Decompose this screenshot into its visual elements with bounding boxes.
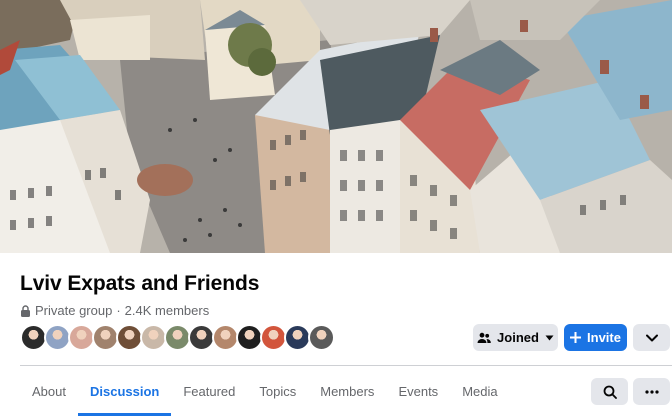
cover-photo-image bbox=[0, 0, 672, 253]
tab-discussion[interactable]: Discussion bbox=[77, 366, 172, 416]
search-button[interactable] bbox=[591, 378, 628, 405]
invite-button[interactable]: Invite bbox=[564, 324, 627, 351]
member-avatar[interactable] bbox=[284, 324, 311, 351]
cover-photo bbox=[0, 0, 672, 253]
member-avatar[interactable] bbox=[188, 324, 215, 351]
member-avatars bbox=[20, 324, 335, 351]
tab-label: Featured bbox=[183, 383, 236, 399]
tab-label: Topics bbox=[259, 383, 297, 399]
tab-media[interactable]: Media bbox=[450, 366, 509, 416]
member-avatar[interactable] bbox=[260, 324, 287, 351]
more-menu-button[interactable] bbox=[633, 378, 670, 405]
tab-label: Members bbox=[320, 383, 375, 399]
tab-label: Events bbox=[398, 383, 439, 399]
member-avatar[interactable] bbox=[68, 324, 95, 351]
chevron-down-icon bbox=[645, 334, 658, 341]
member-avatar[interactable] bbox=[116, 324, 143, 351]
joined-button[interactable]: Joined bbox=[473, 324, 558, 351]
group-tabs: About Discussion Featured Topics Members… bbox=[20, 366, 510, 416]
privacy-label[interactable]: Private group bbox=[35, 303, 112, 318]
member-avatar[interactable] bbox=[236, 324, 263, 351]
member-avatar[interactable] bbox=[92, 324, 119, 351]
people-icon bbox=[477, 332, 491, 343]
invite-label: Invite bbox=[587, 330, 621, 345]
group-header: Lviv Expats and Friends Private group · … bbox=[0, 253, 672, 418]
member-avatar[interactable] bbox=[44, 324, 71, 351]
member-avatar[interactable] bbox=[308, 324, 335, 351]
member-avatar[interactable] bbox=[20, 324, 47, 351]
ellipsis-icon bbox=[644, 389, 659, 394]
tab-label: About bbox=[32, 383, 66, 399]
more-options-button[interactable] bbox=[633, 324, 670, 351]
lock-icon bbox=[21, 304, 30, 317]
search-icon bbox=[603, 385, 617, 399]
tab-events[interactable]: Events bbox=[386, 366, 450, 416]
member-avatar[interactable] bbox=[212, 324, 239, 351]
joined-label: Joined bbox=[497, 330, 539, 345]
meta-separator: · bbox=[116, 303, 121, 318]
plus-icon bbox=[570, 332, 582, 343]
tab-featured[interactable]: Featured bbox=[171, 366, 247, 416]
group-name[interactable]: Lviv Expats and Friends bbox=[20, 272, 259, 296]
tab-topics[interactable]: Topics bbox=[247, 366, 308, 416]
tab-members[interactable]: Members bbox=[308, 366, 386, 416]
group-page: Lviv Expats and Friends Private group · … bbox=[0, 0, 672, 418]
tab-about[interactable]: About bbox=[20, 366, 78, 416]
member-avatar[interactable] bbox=[140, 324, 167, 351]
group-meta: Private group · 2.4K members bbox=[20, 303, 209, 318]
tab-label: Media bbox=[462, 383, 498, 399]
member-avatar[interactable] bbox=[164, 324, 191, 351]
member-count[interactable]: 2.4K members bbox=[125, 303, 210, 318]
caret-down-icon bbox=[545, 335, 554, 340]
tab-label: Discussion bbox=[89, 383, 160, 399]
